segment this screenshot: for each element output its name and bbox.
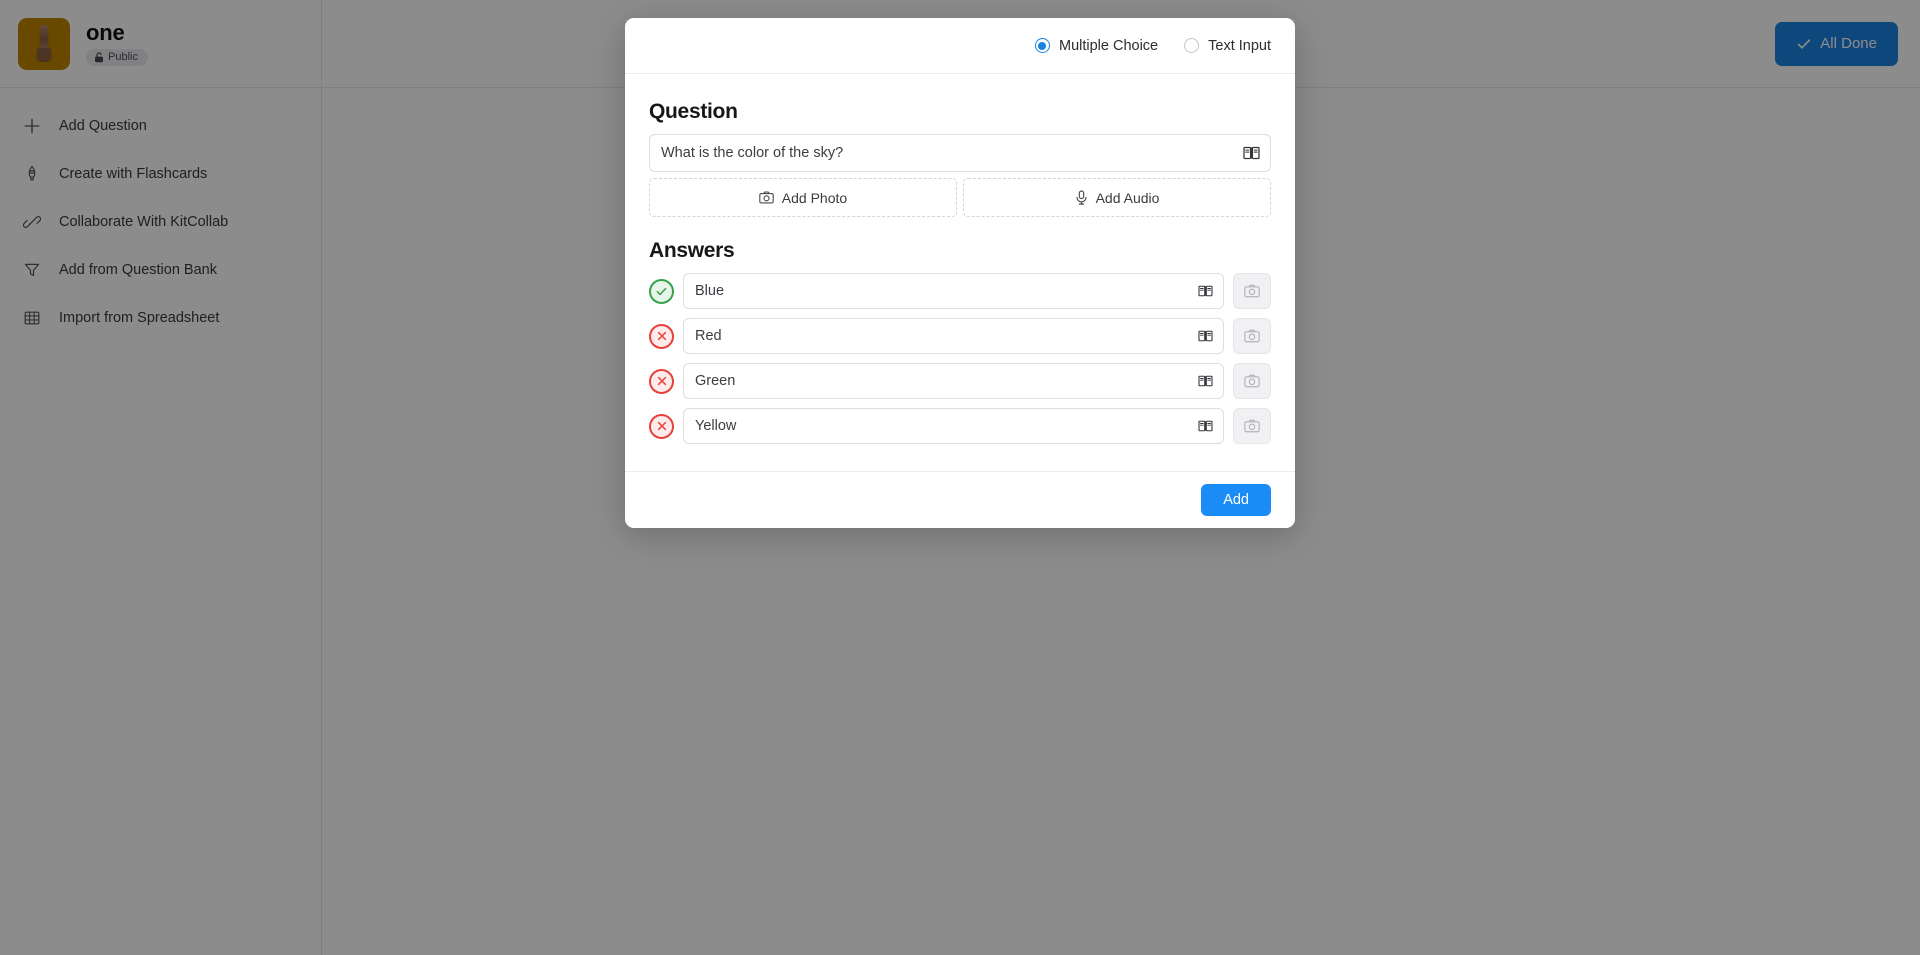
answer-correct-toggle[interactable] — [649, 413, 674, 439]
add-audio-label: Add Audio — [1095, 189, 1160, 206]
answer-correct-toggle[interactable] — [649, 323, 674, 349]
radio-option-label: Multiple Choice — [1058, 37, 1159, 54]
answer-photo-button[interactable] — [1233, 363, 1271, 399]
radio-option-label: Text Input — [1208, 37, 1271, 54]
camera-icon — [1244, 374, 1260, 388]
x-circle-icon — [656, 375, 668, 387]
answer-row — [649, 363, 1271, 399]
add-audio-button[interactable]: Add Audio — [963, 178, 1271, 217]
open-book-icon[interactable] — [1198, 285, 1213, 298]
answer-correct-toggle[interactable] — [649, 368, 674, 394]
modal-body: Question What is the color of the sky? A… — [625, 74, 1295, 471]
add-photo-label: Add Photo — [781, 189, 848, 206]
answer-photo-button[interactable] — [1233, 273, 1271, 309]
add-photo-button[interactable]: Add Photo — [649, 178, 957, 217]
open-book-icon[interactable] — [1198, 420, 1213, 433]
camera-icon — [1244, 419, 1260, 433]
add-question-modal: Multiple Choice Text Input Question What… — [625, 18, 1295, 528]
question-section-title: Question — [649, 100, 738, 123]
open-book-icon[interactable] — [1198, 330, 1213, 343]
modal-footer: Add — [625, 471, 1295, 528]
answer-field[interactable] — [683, 318, 1224, 354]
answer-row — [649, 273, 1271, 309]
app-root: one Public All Done Add Question Create … — [0, 0, 1920, 955]
x-circle-icon — [656, 330, 668, 342]
camera-icon — [1244, 329, 1260, 343]
answer-input[interactable] — [684, 364, 1223, 398]
open-book-icon[interactable] — [1243, 146, 1260, 161]
open-book-icon[interactable] — [1198, 375, 1213, 388]
answer-field[interactable] — [683, 273, 1224, 309]
question-field[interactable] — [649, 134, 1271, 172]
answers-section-title: Answers — [649, 239, 735, 262]
radio-dot-icon — [1034, 38, 1050, 53]
modal-header: Multiple Choice Text Input — [625, 18, 1295, 74]
answer-row — [649, 318, 1271, 354]
x-circle-icon — [656, 420, 668, 432]
answer-field[interactable] — [683, 408, 1224, 444]
radio-dot-icon — [1184, 38, 1200, 53]
answer-photo-button[interactable] — [1233, 408, 1271, 444]
answer-input[interactable] — [684, 274, 1223, 308]
question-type-radio-group: Multiple Choice Text Input — [1034, 37, 1271, 54]
answer-correct-toggle[interactable] — [649, 278, 674, 304]
check-circle-icon — [655, 285, 668, 298]
microphone-icon — [1075, 190, 1088, 205]
add-button[interactable]: Add — [1201, 484, 1271, 516]
answer-input[interactable] — [684, 409, 1223, 443]
answer-row — [649, 408, 1271, 444]
answer-field[interactable] — [683, 363, 1224, 399]
radio-option-multiple-choice[interactable]: Multiple Choice — [1034, 37, 1159, 54]
media-buttons-row: Add Photo Add Audio — [649, 178, 1271, 217]
camera-icon — [1244, 284, 1260, 298]
radio-option-text-input[interactable]: Text Input — [1184, 38, 1271, 54]
answer-input[interactable] — [684, 319, 1223, 353]
question-input[interactable] — [650, 135, 1270, 171]
camera-icon — [759, 191, 774, 204]
answer-photo-button[interactable] — [1233, 318, 1271, 354]
